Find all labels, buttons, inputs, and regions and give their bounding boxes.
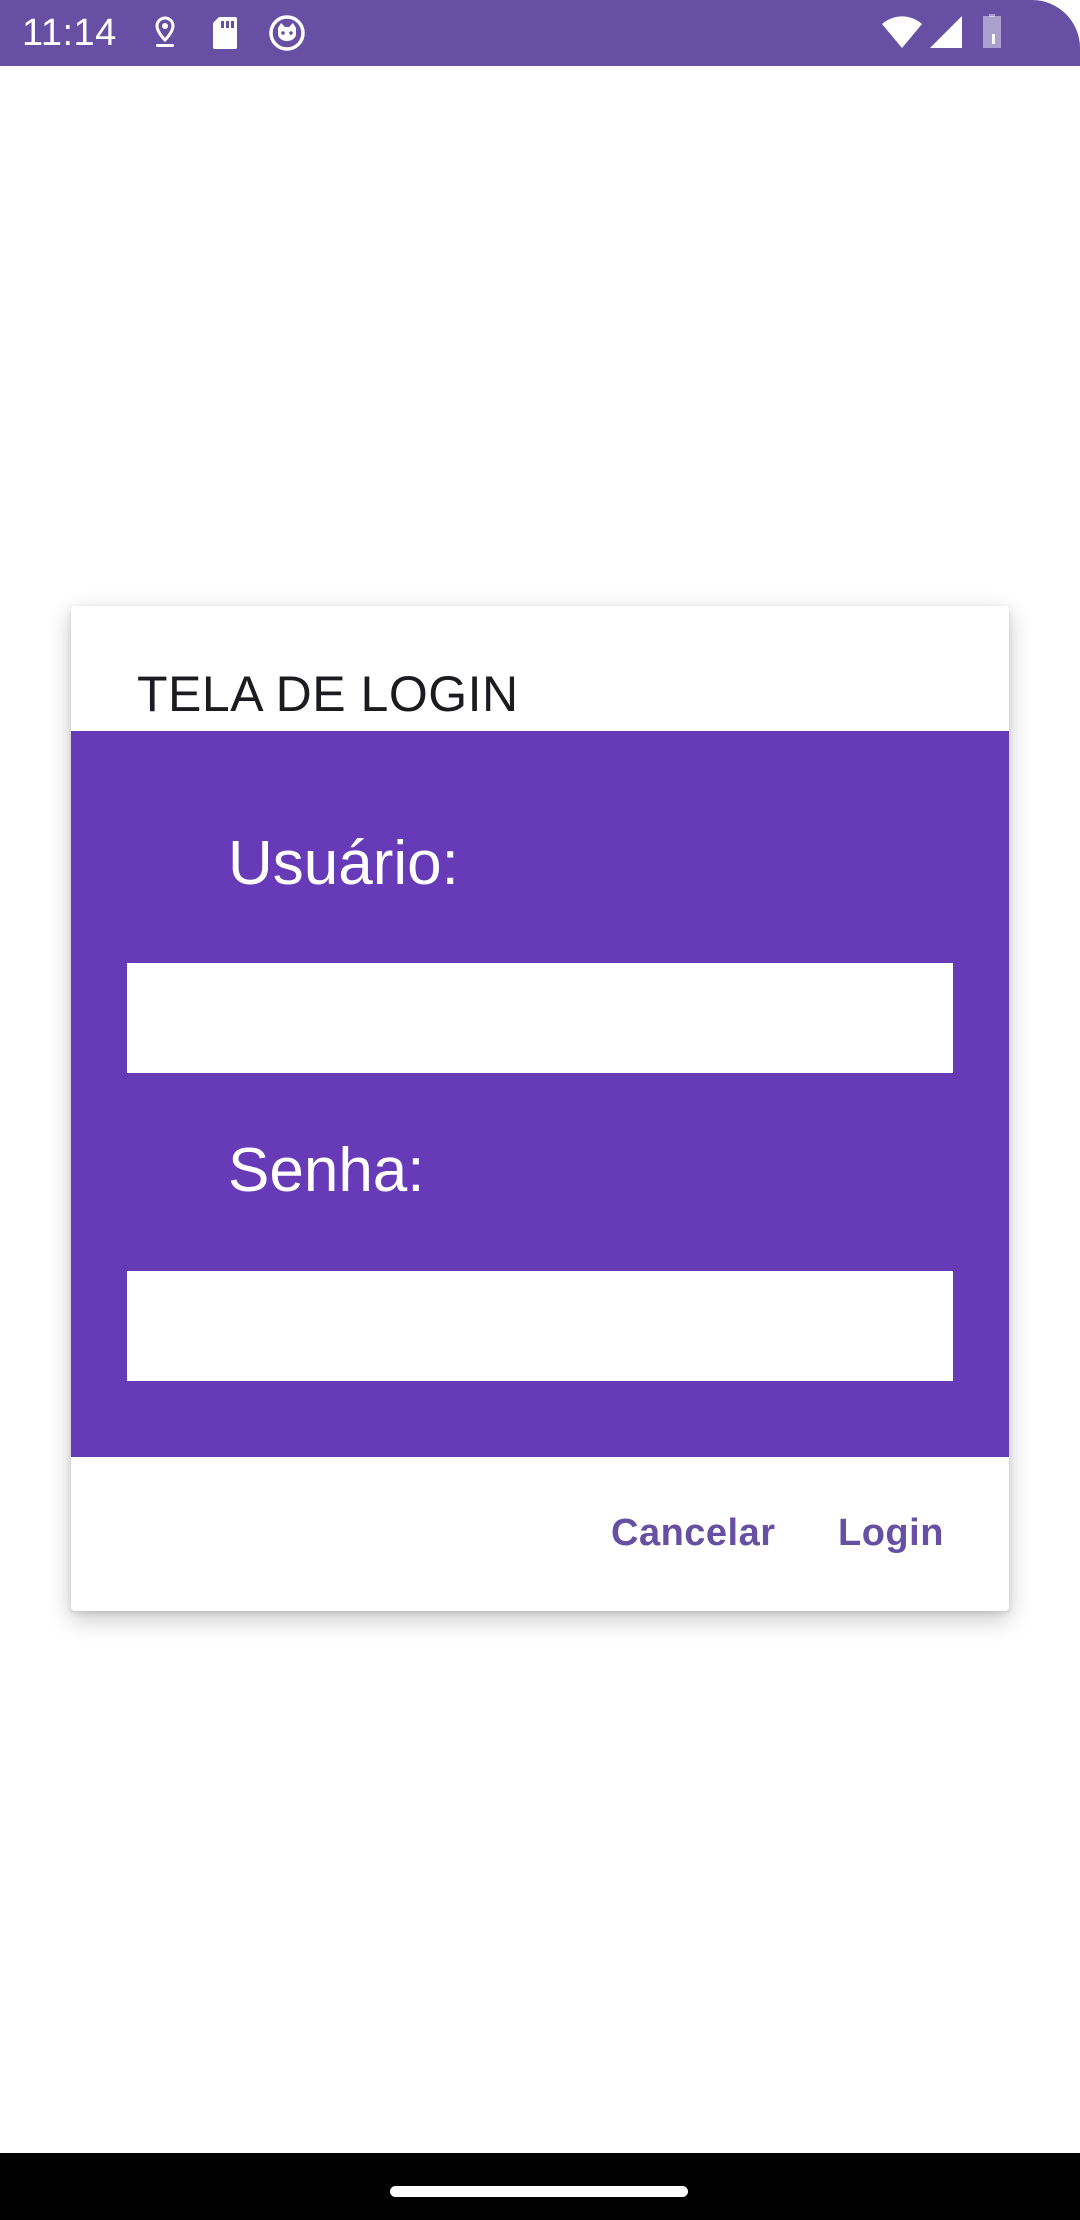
sd-card-icon bbox=[210, 14, 240, 52]
home-gesture-handle[interactable] bbox=[390, 2186, 688, 2197]
login-dialog: TELA DE LOGIN Usuário: Senha: Cancelar L… bbox=[71, 606, 1009, 1611]
password-input[interactable] bbox=[127, 1271, 953, 1381]
password-label: Senha: bbox=[228, 1136, 425, 1205]
login-form: Usuário: Senha: bbox=[71, 731, 1009, 1457]
cat-face-icon bbox=[268, 14, 306, 52]
wifi-icon bbox=[880, 14, 924, 52]
dialog-title: TELA DE LOGIN bbox=[137, 666, 519, 722]
login-button[interactable]: Login bbox=[828, 1497, 954, 1569]
location-pin-icon bbox=[150, 14, 180, 52]
username-label: Usuário: bbox=[228, 829, 459, 898]
status-bar: 11:14 bbox=[0, 0, 1080, 66]
battery-icon bbox=[980, 14, 1004, 52]
cellular-signal-icon bbox=[928, 14, 964, 52]
status-time: 11:14 bbox=[22, 12, 117, 54]
dialog-actions: Cancelar Login bbox=[71, 1457, 1009, 1611]
username-input[interactable] bbox=[127, 963, 953, 1073]
navigation-bar bbox=[0, 2153, 1080, 2220]
cancel-button[interactable]: Cancelar bbox=[601, 1497, 786, 1569]
